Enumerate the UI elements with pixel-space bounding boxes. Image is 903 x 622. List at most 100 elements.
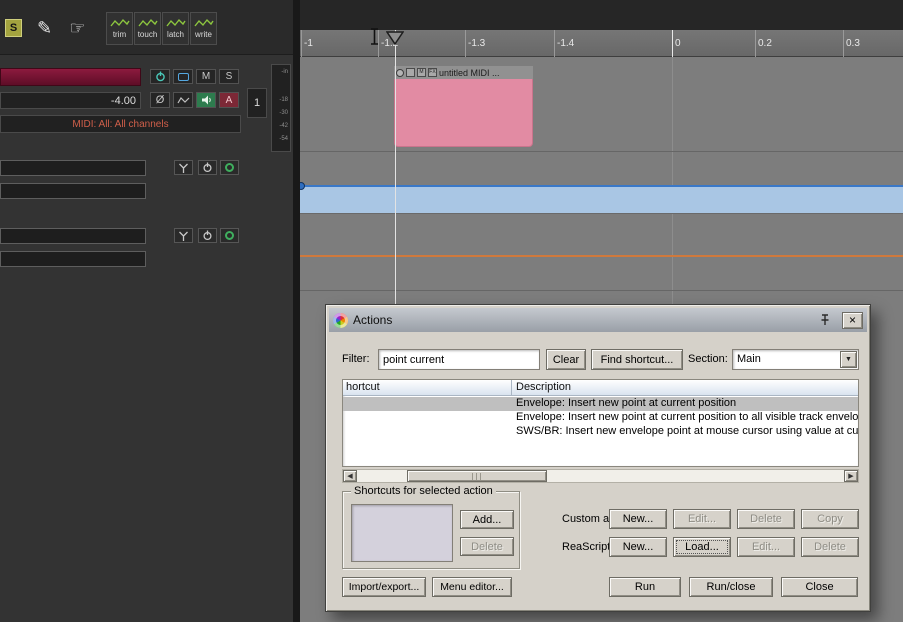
route-icon	[179, 231, 188, 241]
shortcut-column-header[interactable]: hortcut	[346, 381, 380, 393]
ruler-tick-zero	[672, 30, 673, 57]
lane-separator	[300, 151, 903, 152]
record-icon	[225, 163, 234, 172]
item-take-icon[interactable]	[396, 68, 404, 77]
close-button[interactable]: Close	[781, 577, 858, 597]
shortcuts-groupbox: Shortcuts for selected action	[342, 485, 520, 569]
item-fx-icon[interactable]: FX	[428, 68, 437, 77]
ruler-label: -1.4	[557, 38, 575, 49]
record-arm-button[interactable]: A	[219, 92, 239, 108]
reascript-new-button[interactable]: New...	[609, 537, 667, 557]
thumb-grip	[471, 472, 483, 480]
send-slot[interactable]	[0, 228, 146, 244]
power-icon	[155, 71, 165, 82]
action-list-header[interactable]: hortcut Description	[343, 380, 858, 396]
clear-button[interactable]: Clear	[546, 349, 586, 370]
midi-item-header[interactable]: M FX untitled MIDI ...	[394, 66, 533, 79]
meter-tick-label: -30	[279, 110, 288, 116]
track-name-bar[interactable]	[0, 68, 141, 86]
track-solo-button[interactable]: S	[219, 69, 239, 84]
track-monitor-button[interactable]	[173, 69, 193, 84]
send-power-button[interactable]	[198, 160, 217, 175]
edit-cursor-handle[interactable]	[386, 31, 404, 46]
shortcut-listbox[interactable]	[351, 504, 453, 562]
custom-new-button[interactable]: New...	[609, 509, 667, 529]
pin-icon[interactable]	[818, 313, 832, 327]
mode-label: trim	[112, 30, 127, 39]
ruler-tick	[301, 30, 302, 57]
custom-delete-button[interactable]: Delete	[737, 509, 795, 529]
reascript-delete-button[interactable]: Delete	[801, 537, 859, 557]
automation-waveform-icon	[137, 18, 158, 27]
midi-item-title: untitled MIDI ...	[439, 67, 500, 78]
envelope-icon	[176, 96, 189, 103]
ruler-label: -1.3	[468, 38, 486, 49]
track-routing-text[interactable]: MIDI: All: All channels	[0, 115, 241, 133]
add-shortcut-button[interactable]: Add...	[460, 510, 514, 529]
delete-shortcut-button[interactable]: Delete	[460, 537, 514, 556]
automation-mode-latch[interactable]: latch	[162, 12, 189, 45]
find-shortcut-button[interactable]: Find shortcut...	[591, 349, 683, 370]
send-slot[interactable]	[0, 183, 146, 199]
horizontal-scrollbar[interactable]: ◀ ▶	[342, 469, 859, 483]
send-record-button[interactable]	[220, 160, 239, 175]
run-button[interactable]: Run	[609, 577, 681, 597]
custom-copy-button[interactable]: Copy	[801, 509, 859, 529]
meter-tick-label: -18	[279, 97, 288, 103]
mode-label: touch	[137, 30, 158, 39]
description-column-header[interactable]: Description	[516, 381, 571, 393]
shortcuts-group-label: Shortcuts for selected action	[351, 485, 496, 497]
route-icon	[179, 163, 188, 173]
ruler-tick	[465, 30, 466, 57]
meter-tick-label: -42	[279, 123, 288, 129]
import-export-button[interactable]: Import/export...	[342, 577, 426, 597]
routing-button[interactable]	[174, 228, 193, 243]
automation-mode-trim[interactable]: trim	[106, 12, 133, 45]
track-number: 1	[247, 88, 267, 118]
phase-button[interactable]: Ø	[150, 92, 170, 108]
send-record-button[interactable]	[220, 228, 239, 243]
item-lock-icon[interactable]	[406, 68, 415, 77]
reascript-edit-button[interactable]: Edit...	[737, 537, 795, 557]
dropdown-arrow-icon[interactable]: ▼	[840, 351, 857, 368]
scrollbar-thumb[interactable]	[407, 470, 547, 482]
track-mute-button[interactable]: M	[196, 69, 216, 84]
menu-editor-button[interactable]: Menu editor...	[432, 577, 512, 597]
section-dropdown[interactable]: Main ▼	[732, 349, 859, 370]
custom-edit-button[interactable]: Edit...	[673, 509, 731, 529]
send-slot[interactable]	[0, 251, 146, 267]
item-mute-icon[interactable]: M	[417, 68, 426, 77]
action-row[interactable]: SWS/BR: Insert new envelope point at mou…	[343, 425, 858, 439]
scroll-left-icon[interactable]: ◀	[343, 470, 357, 482]
close-icon[interactable]: ×	[842, 311, 863, 329]
pencil-icon[interactable]: ✎	[29, 13, 60, 43]
column-divider[interactable]	[511, 380, 512, 396]
scroll-right-icon[interactable]: ▶	[844, 470, 858, 482]
automation-mode-write[interactable]: write	[190, 12, 217, 45]
track-volume-value[interactable]: -4.00	[0, 92, 141, 109]
pan-envelope-line[interactable]	[300, 255, 903, 257]
ruler-tick	[755, 30, 756, 57]
power-icon	[203, 162, 212, 173]
dialog-titlebar[interactable]: Actions ×	[329, 308, 867, 332]
action-row[interactable]: Envelope: Insert new point at current po…	[343, 411, 858, 425]
track-power-button[interactable]	[150, 69, 170, 84]
routing-button[interactable]	[174, 160, 193, 175]
run-close-button[interactable]: Run/close	[689, 577, 773, 597]
solo-toolbar-button[interactable]: S	[5, 19, 22, 37]
automation-mode-touch[interactable]: touch	[134, 12, 161, 45]
action-list[interactable]: hortcut Description Envelope: Insert new…	[342, 379, 859, 467]
envelope-button[interactable]	[173, 92, 193, 108]
send-power-button[interactable]	[198, 228, 217, 243]
action-row[interactable]: Envelope: Insert new point at current po…	[343, 397, 858, 411]
send-slot[interactable]	[0, 160, 146, 176]
filter-input[interactable]	[378, 349, 540, 370]
main-toolbar: S ✎ ☞ trim touch latch write	[0, 0, 293, 55]
panel-splitter[interactable]	[293, 0, 300, 622]
hand-icon[interactable]: ☞	[62, 13, 93, 43]
reascript-load-button[interactable]: Load...	[673, 537, 731, 557]
volume-envelope-lane[interactable]	[300, 185, 903, 213]
reaper-logo-icon	[333, 312, 348, 328]
fx-speaker-button[interactable]	[196, 92, 216, 108]
midi-item-body[interactable]	[394, 79, 533, 147]
